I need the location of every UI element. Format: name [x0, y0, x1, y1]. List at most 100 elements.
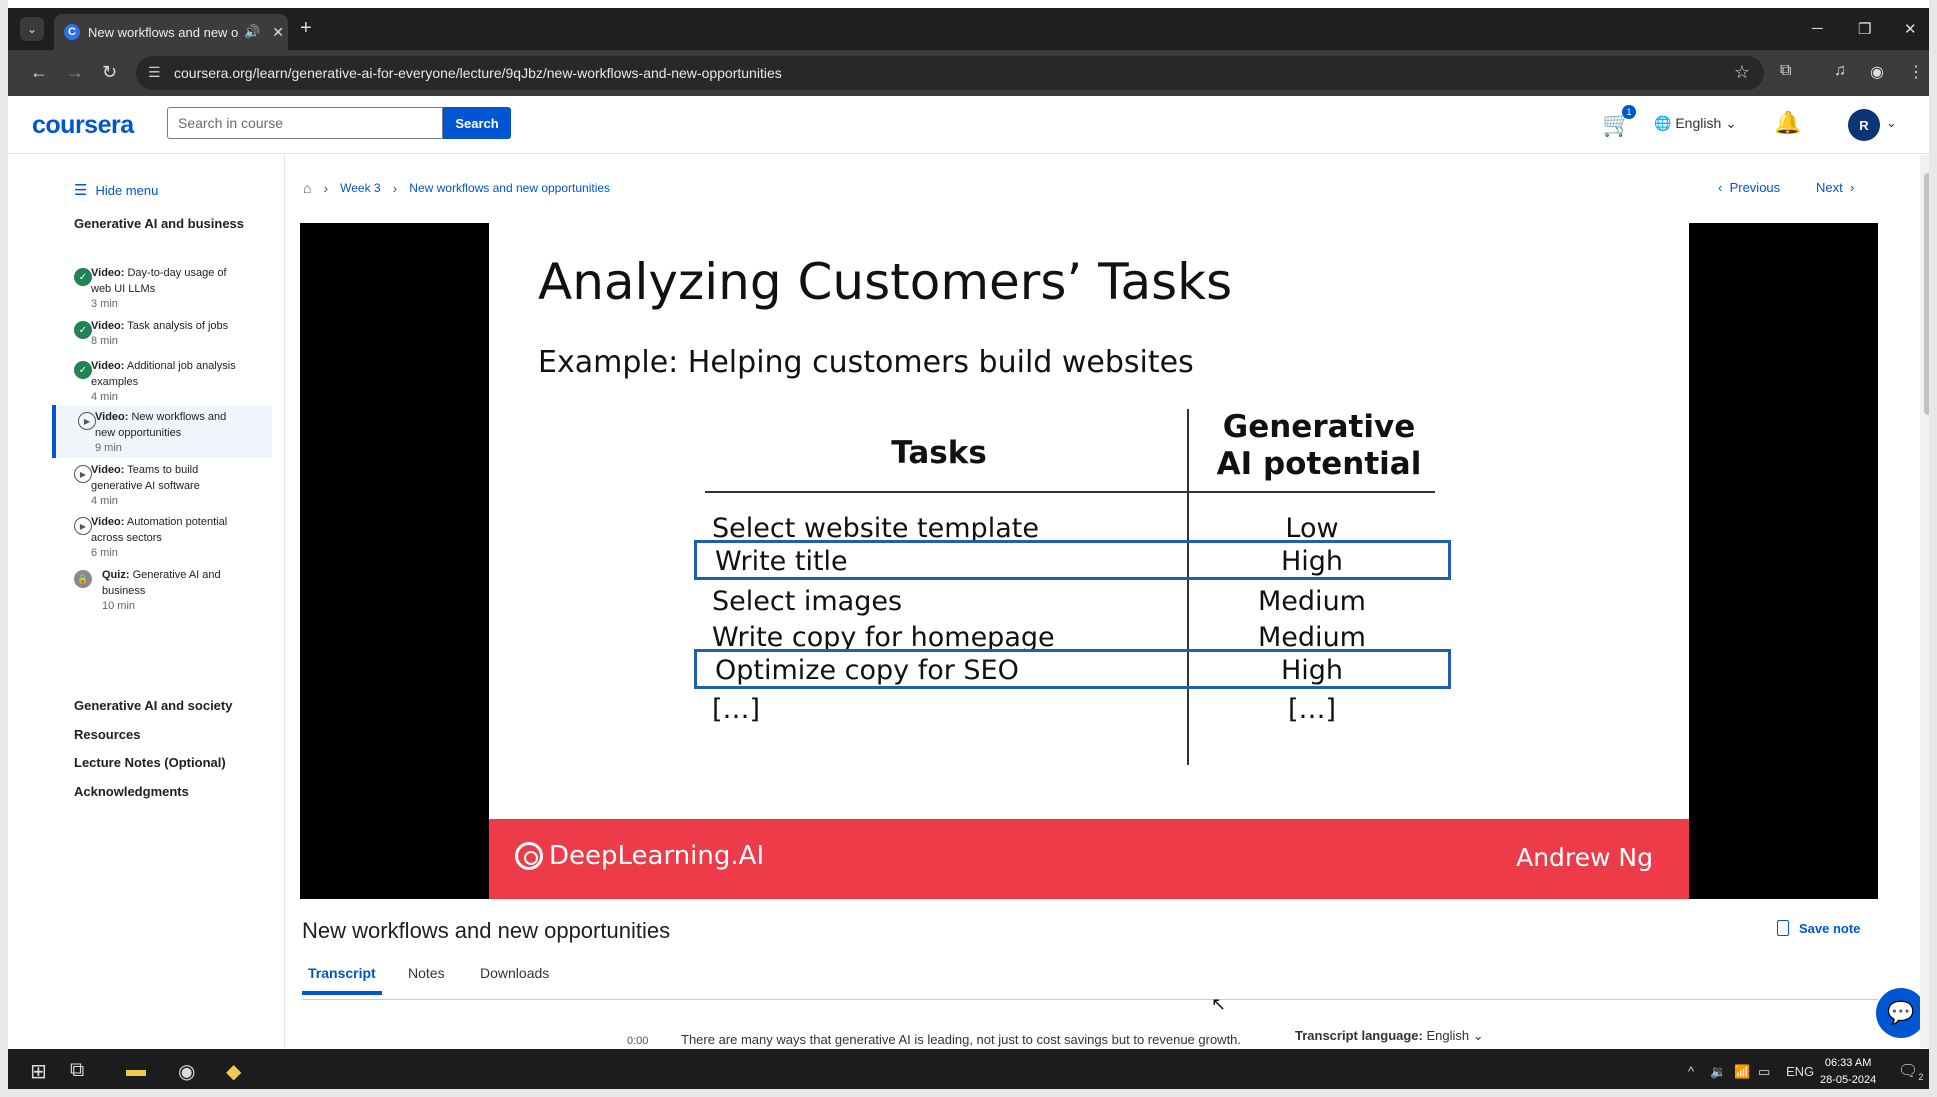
deeplearning-logo: DeepLearning.AI — [515, 841, 764, 871]
home-icon[interactable]: ⌂ — [303, 180, 311, 196]
sidebar-item-lesson[interactable]: ▶ Video: Automation potential across sect… — [52, 514, 272, 559]
chevron-down-icon[interactable]: ⌄ — [1886, 115, 1897, 131]
transcript-language-selector[interactable]: Transcript language: English ⌄ — [1295, 1028, 1484, 1044]
globe-icon: 🌐 — [1654, 115, 1672, 131]
save-note-button[interactable]: Save note — [1777, 920, 1860, 936]
lecture-title: New workflows and new opportunities — [302, 918, 671, 943]
chevron-right-icon: › — [1849, 180, 1855, 195]
chevron-right-icon: › — [323, 180, 329, 196]
page-scrollbar[interactable] — [1920, 155, 1929, 1048]
transcript-timestamp[interactable]: 0:00 — [627, 1035, 648, 1047]
lecture-tabs: Transcript Notes Downloads — [302, 962, 1878, 1000]
minimize-icon[interactable]: ─ — [1812, 20, 1823, 37]
tab-notes[interactable]: Notes — [402, 965, 451, 991]
notification-count: 2 — [1918, 1072, 1924, 1083]
close-tab-icon[interactable]: ✕ — [272, 24, 284, 41]
clock-date: 28-05-2024 — [1820, 1074, 1877, 1086]
potential-cell: High — [1280, 546, 1344, 577]
url-text[interactable]: coursera.org/learn/generative-ai-for-eve… — [174, 65, 782, 81]
coursera-logo[interactable]: coursera — [32, 111, 134, 140]
course-sidebar: ☰ Hide menu Generative AI and business ✓… — [8, 155, 285, 1048]
tab-search-button[interactable]: ⌄ — [20, 17, 44, 41]
bookmark-star-icon[interactable]: ☆ — [1734, 62, 1750, 83]
browser-window: ⌄ C New workflows and new op 🔊 ✕ + ─ ❐ ✕… — [0, 0, 1937, 1097]
close-window-icon[interactable]: ✕ — [1904, 20, 1917, 38]
transcript-line[interactable]: There are many ways that generative AI i… — [681, 1032, 1241, 1047]
chevron-down-icon: ⌄ — [1472, 1028, 1484, 1043]
section-link[interactable]: Lecture Notes (Optional) — [74, 755, 226, 770]
language-label: English — [1675, 115, 1722, 131]
forward-icon[interactable]: → — [66, 62, 84, 82]
new-tab-button[interactable]: + — [300, 18, 312, 38]
breadcrumb-week[interactable]: Week 3 — [340, 181, 380, 195]
app-icon[interactable]: ◆ — [226, 1059, 241, 1084]
sidebar-item-lesson[interactable]: ✓ Video: Additional job analysis examples… — [52, 358, 272, 403]
section-link[interactable]: Generative AI and society — [74, 698, 232, 713]
video-player[interactable]: Analyzing Customers’ Tasks Example: Help… — [300, 223, 1878, 899]
potential-cell: Medium — [1258, 586, 1366, 617]
lesson-duration: 3 min — [91, 298, 118, 310]
reload-icon[interactable]: ↻ — [102, 62, 117, 82]
sidebar-item-lesson[interactable]: ▶ Video: New workflows and new opportunit… — [52, 405, 272, 458]
lesson-title: Quiz: Generative AI and business — [102, 567, 252, 599]
restore-icon[interactable]: ❐ — [1858, 20, 1871, 38]
task-view-icon[interactable]: ⧉ — [70, 1059, 84, 1082]
battery-icon[interactable]: ▭ — [1758, 1064, 1770, 1080]
windows-start-icon[interactable]: ⊞ — [30, 1059, 47, 1084]
chevron-right-icon: › — [392, 180, 398, 196]
input-language[interactable]: ENG — [1786, 1064, 1814, 1079]
site-info-icon[interactable]: ☰ — [148, 64, 161, 81]
language-selector[interactable]: 🌐 English ⌄ — [1654, 115, 1737, 132]
lesson-title: Video: New workflows and new opportuniti… — [95, 409, 245, 441]
module-title[interactable]: Generative AI and business — [74, 215, 264, 233]
network-icon[interactable]: 📶 — [1734, 1064, 1750, 1080]
task-cell: Write title — [715, 546, 848, 577]
speaker-icon[interactable]: 🔊 — [244, 24, 260, 40]
section-link[interactable]: Resources — [74, 727, 140, 742]
taskbar-clock[interactable]: 06:33 AM 28-05-2024 — [1820, 1055, 1876, 1089]
tab-downloads[interactable]: Downloads — [474, 965, 555, 991]
hide-menu-label: Hide menu — [95, 182, 159, 198]
next-button[interactable]: Next › — [1816, 180, 1854, 195]
section-link[interactable]: Acknowledgments — [74, 784, 189, 799]
media-control-icon[interactable]: ♫ — [1834, 62, 1846, 80]
slide-table-row: Select images Medium — [694, 580, 1451, 620]
search-button[interactable]: Search — [443, 107, 511, 139]
hide-menu-button[interactable]: ☰ Hide menu — [74, 181, 158, 199]
tab-title: New workflows and new op — [88, 24, 238, 40]
file-explorer-icon[interactable]: ▬ — [126, 1059, 146, 1082]
scrollbar-thumb[interactable] — [1924, 173, 1929, 415]
browser-tab[interactable]: C New workflows and new op 🔊 ✕ — [54, 14, 288, 50]
lesson-duration: 8 min — [91, 335, 118, 347]
chrome-icon[interactable]: ◉ — [178, 1059, 195, 1084]
previous-button[interactable]: ‹ Previous — [1718, 180, 1780, 195]
notifications-icon[interactable]: 🗨2 — [1898, 1061, 1923, 1082]
task-cell: Optimize copy for SEO — [715, 655, 1019, 686]
chat-icon: 💬 — [1887, 1000, 1915, 1025]
sidebar-item-lesson[interactable]: 🔒 Quiz: Generative AI and business 10 min — [52, 567, 272, 612]
search-input[interactable] — [167, 107, 443, 139]
lesson-duration: 9 min — [95, 442, 122, 454]
back-icon[interactable]: ← — [30, 62, 48, 82]
check-circle-icon: ✓ — [74, 361, 92, 379]
profile-icon[interactable]: ◉ — [1870, 62, 1884, 82]
extensions-icon[interactable]: ⧉ — [1780, 62, 1791, 80]
windows-taskbar: ⊞ ⧉ ▬ ◉ ◆ ^ 🔉 📶 ▭ ENG 06:33 AM 28-05-202… — [8, 1049, 1929, 1089]
notifications-bell-icon[interactable]: 🔔 — [1774, 110, 1801, 136]
tab-transcript[interactable]: Transcript — [302, 965, 382, 995]
sidebar-item-lesson[interactable]: ✓ Video: Day-to-day usage of web UI LLMs 3… — [52, 265, 272, 310]
cart-count-badge: 1 — [1622, 105, 1636, 119]
lesson-duration: 4 min — [91, 391, 118, 403]
volume-icon[interactable]: 🔉 — [1710, 1064, 1726, 1080]
previous-label: Previous — [1729, 180, 1781, 195]
chat-support-button[interactable]: 💬 — [1876, 988, 1926, 1038]
sidebar-item-lesson[interactable]: ▶ Video: Teams to build generative AI sof… — [52, 462, 272, 507]
task-cell: Select images — [712, 586, 903, 617]
breadcrumb-page[interactable]: New workflows and new opportunities — [409, 181, 610, 195]
tray-chevron-up-icon[interactable]: ^ — [1688, 1064, 1694, 1079]
sidebar-item-lesson[interactable]: ✓ Video: Task analysis of jobs 8 min — [52, 318, 272, 347]
address-bar[interactable]: ☰ coursera.org/learn/generative-ai-for-e… — [136, 56, 1764, 90]
transcript-language-label: Transcript language: — [1295, 1028, 1423, 1043]
chrome-menu-icon[interactable]: ⋮ — [1908, 62, 1924, 82]
avatar[interactable]: R — [1848, 109, 1880, 141]
